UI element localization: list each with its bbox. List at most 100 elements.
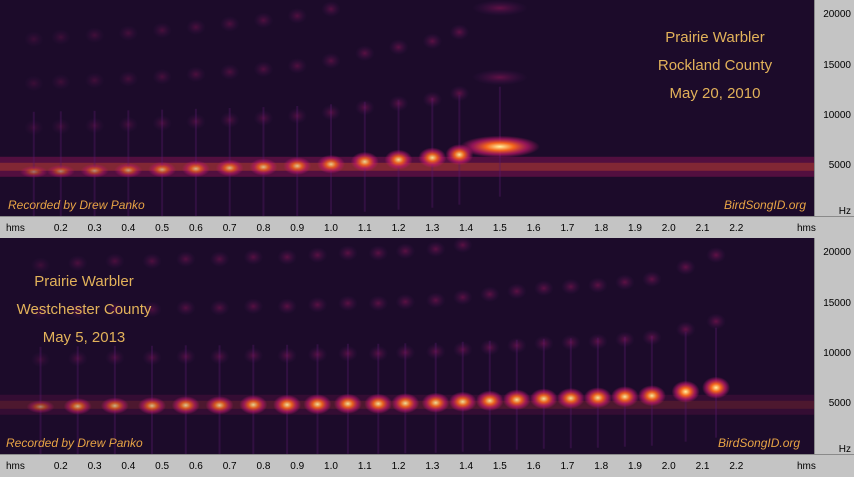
x-tick-label: 2.1 <box>695 223 710 234</box>
note-mark <box>19 165 48 178</box>
site-label: BirdSongID.org <box>718 436 801 450</box>
x-tick-label: 1.5 <box>492 223 507 234</box>
harmonic-mark <box>321 52 341 69</box>
x-tick-label: 0.2 <box>53 461 68 472</box>
recording-title-top: Prairie Warbler Rockland County May 20, … <box>640 24 790 108</box>
harmonic-mark <box>23 75 44 92</box>
harmonic-mark <box>425 241 446 258</box>
x-tick-label: 2.1 <box>695 461 710 472</box>
x-tick-label: 2.2 <box>729 461 744 472</box>
harmonic-mark <box>533 280 554 297</box>
harmonic-mark <box>395 243 416 260</box>
note-mark <box>46 164 75 178</box>
note-mark <box>502 389 531 411</box>
note-mark <box>148 161 177 178</box>
x-tick-label: 1.2 <box>391 461 406 472</box>
x-tick-label: 1.0 <box>324 223 338 234</box>
note-mark <box>475 390 504 412</box>
x-tick-label: 0.4 <box>121 223 136 234</box>
location-label: Rockland County <box>657 57 773 74</box>
harmonic-mark <box>219 63 240 80</box>
harmonic-mark <box>338 295 358 312</box>
note-mark <box>448 391 477 412</box>
harmonic-mark <box>118 70 139 87</box>
note-mark <box>205 396 234 415</box>
note-mark <box>80 163 109 178</box>
y-tick-label: 20000 <box>823 247 851 258</box>
note-mark <box>239 395 268 415</box>
time-axis-top: hms hms 0.2 0.3 0.4 0.5 0.6 0.7 0.8 0.9 1.0 1.1 1.… <box>0 216 854 239</box>
x-tick-label: 2.2 <box>729 223 744 234</box>
harmonic-mark <box>105 253 125 270</box>
x-tick-label: 0.8 <box>256 461 271 472</box>
x-tick-label: 1.8 <box>594 461 609 472</box>
x-tick-label: 0.7 <box>222 223 237 234</box>
harmonic-mark <box>706 313 726 330</box>
harmonic-mark <box>479 286 500 303</box>
site-label: BirdSongID.org <box>724 198 807 212</box>
note-mark <box>556 387 585 409</box>
x-tick-label: 1.9 <box>628 461 642 472</box>
y-tick-label: 10000 <box>823 348 851 359</box>
x-tick-label: 1.5 <box>492 461 507 472</box>
harmonic-mark <box>471 69 528 86</box>
y-tick-label: 5000 <box>828 398 851 409</box>
x-tick-label: 0.8 <box>256 223 271 234</box>
x-tick-label: 1.9 <box>628 223 642 234</box>
x-tick-label: 0.5 <box>155 223 170 234</box>
harmonic-mark <box>422 33 443 50</box>
harmonic-mark <box>642 271 662 288</box>
harmonic-mark <box>307 247 328 264</box>
harmonic-mark <box>209 251 230 268</box>
harmonic-mark <box>588 277 608 294</box>
note-mark <box>26 400 55 414</box>
harmonic-mark <box>287 7 308 24</box>
x-tick-label: 2.0 <box>661 461 676 472</box>
x-tick-label: 1.6 <box>526 223 541 234</box>
note-mark <box>529 388 558 410</box>
spectrogram-plot-top: Prairie Warbler Rockland County May 20, … <box>0 0 814 216</box>
harmonic-mark <box>425 292 446 309</box>
y-tick-label: 15000 <box>823 298 851 309</box>
x-tick-label: 1.0 <box>324 461 338 472</box>
harmonic-mark <box>338 245 358 262</box>
x-tick-label: 0.3 <box>87 223 102 234</box>
note-mark <box>702 376 731 399</box>
harmonic-mark <box>175 251 196 268</box>
harmonic-mark <box>368 245 389 262</box>
species-label: Prairie Warbler <box>665 29 765 46</box>
x-unit-label-right: hms <box>797 461 816 472</box>
harmonic-mark <box>452 289 473 306</box>
date-label: May 5, 2013 <box>42 329 126 346</box>
credit-label: Recorded by Drew Panko <box>8 198 145 212</box>
harmonic-mark <box>561 278 581 295</box>
harmonic-mark <box>277 298 297 315</box>
note-mark <box>459 135 540 158</box>
harmonic-mark <box>118 25 139 42</box>
harmonic-mark <box>354 45 375 62</box>
time-axis-bottom: hms hms 0.2 0.3 0.4 0.5 0.6 0.7 0.8 0.9 1.0 1.1 1.… <box>0 454 854 477</box>
x-tick-label: 0.4 <box>121 461 136 472</box>
credit-label: Recorded by Drew Panko <box>6 436 143 450</box>
harmonic-mark <box>277 249 297 266</box>
harmonic-mark <box>243 249 264 266</box>
harmonic-mark <box>706 247 726 264</box>
harmonic-mark <box>253 61 274 78</box>
harmonic-mark <box>84 27 105 44</box>
harmonic-mark <box>23 31 44 48</box>
harmonic-mark <box>152 68 172 85</box>
harmonic-mark <box>368 295 389 312</box>
x-tick-label: 1.2 <box>391 223 406 234</box>
note-mark <box>418 147 447 169</box>
x-tick-label: 0.9 <box>290 461 305 472</box>
harmonic-mark <box>675 259 696 276</box>
recording-title-bottom: Prairie Warbler Westchester County May 5… <box>4 268 164 352</box>
note-mark <box>583 387 612 409</box>
x-tick-label: 2.0 <box>661 223 676 234</box>
x-tick-label: 1.3 <box>425 461 440 472</box>
harmonic-mark <box>219 15 240 32</box>
x-tick-label: 0.5 <box>155 461 170 472</box>
note-mark <box>637 385 666 407</box>
harmonic-mark <box>307 296 328 313</box>
x-tick-label: 1.7 <box>560 223 575 234</box>
